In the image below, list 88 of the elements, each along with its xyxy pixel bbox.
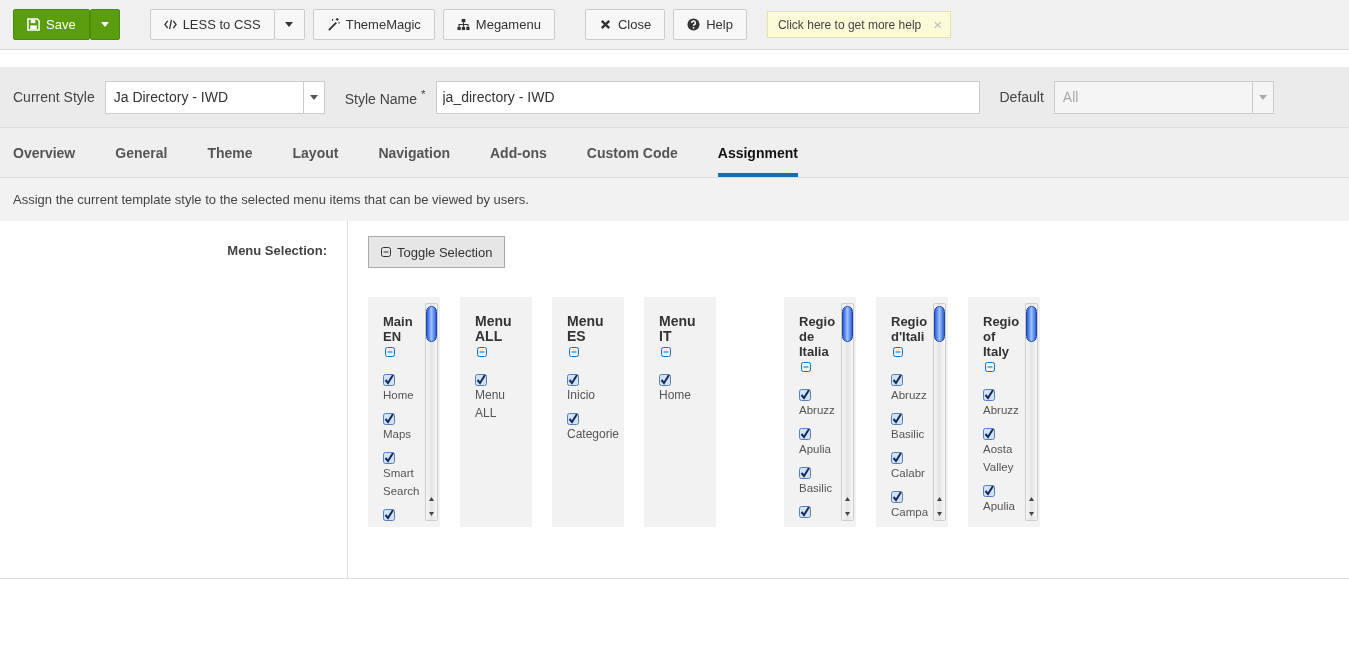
help-tooltip-text: Click here to get more help: [777, 17, 922, 32]
toggle-icon[interactable]: [893, 347, 903, 357]
menu-item-label: Home: [659, 387, 692, 404]
dropdown-button[interactable]: [274, 9, 305, 40]
style-dropdown[interactable]: Ja Directory - IWD: [104, 80, 325, 114]
menu-item-label: Abruzz: [799, 403, 836, 418]
menu-item-label: Abruzz: [983, 403, 1020, 418]
menu-item-label: Smart Search: [383, 466, 421, 499]
checkbox[interactable]: [799, 506, 811, 518]
menu-item-label: Menu ALL: [475, 387, 507, 422]
menu-item-label: Apulia: [983, 499, 1016, 514]
checkbox[interactable]: [383, 452, 395, 464]
checkbox[interactable]: [567, 413, 579, 425]
tab[interactable]: Theme: [207, 128, 253, 177]
menu-item-label: Calabr: [891, 466, 926, 481]
scrollbar-thumb[interactable]: [426, 306, 437, 342]
toggle-icon[interactable]: [385, 347, 395, 357]
scrollbar[interactable]: [1025, 303, 1038, 521]
menu-title: Menu IT: [659, 314, 696, 344]
checkbox[interactable]: [659, 374, 671, 386]
checkbox[interactable]: [799, 389, 811, 401]
menu-item-label: Home: [383, 388, 415, 403]
menu-title: Main EN: [383, 314, 413, 344]
menu-item-label: Abruzz: [891, 388, 928, 403]
menu-title: Regio d'Itali: [891, 314, 928, 344]
checkbox[interactable]: [383, 374, 395, 386]
menu-item-label: Aosta Valley: [983, 442, 1015, 475]
menu-item-label: Basilic: [799, 481, 834, 496]
menu-title: Menu ES: [567, 314, 604, 344]
field-label: Menu Selection:: [227, 243, 327, 259]
toggle-icon[interactable]: [477, 347, 487, 357]
checkbox[interactable]: [383, 413, 395, 425]
checkbox[interactable]: [383, 509, 395, 521]
sitemap-icon: [456, 18, 470, 31]
scrollbar[interactable]: [425, 303, 438, 521]
menu-item-label: Basilic: [891, 427, 926, 442]
toggle-icon[interactable]: [801, 362, 811, 372]
menu-item-label: Campa: [891, 505, 930, 520]
toolbar-button[interactable]: Megamenu: [442, 9, 555, 40]
checkbox[interactable]: [891, 452, 903, 464]
tab[interactable]: Custom Code: [586, 128, 678, 177]
tab[interactable]: General: [115, 128, 168, 177]
save-button[interactable]: Save: [13, 9, 90, 40]
menu-item-label: Categorie: [567, 426, 620, 443]
tab[interactable]: Navigation: [378, 128, 450, 177]
toggle-icon[interactable]: [569, 347, 579, 357]
checkbox[interactable]: [567, 374, 579, 386]
tab[interactable]: Add-ons: [490, 128, 547, 177]
style-name-field[interactable]: ja_directory - IWD: [435, 80, 980, 114]
magic-wand-icon: [326, 18, 340, 31]
menu-title: Regio de Italia: [799, 314, 836, 359]
scrollbar-thumb[interactable]: [842, 306, 853, 342]
field-label: Style Name $^{*}$: [344, 87, 426, 107]
checkbox[interactable]: [983, 389, 995, 401]
scrollbar-thumb[interactable]: [934, 306, 945, 342]
menu-item-label: Apulia: [799, 442, 832, 457]
toggle-selection-button[interactable]: Toggle Selection: [368, 236, 506, 268]
toggle-icon[interactable]: [661, 347, 671, 357]
scrollbar-thumb[interactable]: [1026, 306, 1037, 342]
tab[interactable]: Layout: [292, 128, 339, 177]
checkbox[interactable]: [983, 485, 995, 497]
code-icon: [163, 18, 177, 31]
toolbar-button[interactable]: LESS to CSS: [149, 9, 275, 40]
field-label: Current Style: [13, 89, 95, 105]
dropdown-button[interactable]: [89, 9, 120, 40]
menu-item-label: Maps: [383, 427, 413, 442]
scrollbar[interactable]: [841, 303, 854, 521]
checkbox[interactable]: [475, 374, 487, 386]
scrollbar[interactable]: [933, 303, 946, 521]
collapse-icon: [381, 247, 391, 257]
field-label: Default: [999, 89, 1044, 105]
menu-title: Menu ALL: [475, 314, 512, 344]
tab[interactable]: Overview: [13, 128, 76, 177]
checkbox[interactable]: [983, 428, 995, 440]
checkbox[interactable]: [799, 428, 811, 440]
checkbox[interactable]: [891, 413, 903, 425]
checkbox[interactable]: [891, 374, 903, 386]
close-icon: [598, 18, 612, 31]
description-text: Assign the current template style to the selected menu items that can be viewed by users.: [0, 178, 1349, 221]
close-button[interactable]: Close: [584, 9, 666, 40]
help-icon: [687, 18, 701, 31]
toggle-icon[interactable]: [985, 362, 995, 372]
checkbox[interactable]: [799, 467, 811, 479]
help-button[interactable]: Help: [673, 9, 747, 40]
toolbar-button[interactable]: ThemeMagic: [312, 9, 435, 40]
menu-title: Regio of Italy: [983, 314, 1020, 359]
checkbox[interactable]: [891, 491, 903, 503]
menu-item-label: Inicio: [567, 387, 596, 404]
